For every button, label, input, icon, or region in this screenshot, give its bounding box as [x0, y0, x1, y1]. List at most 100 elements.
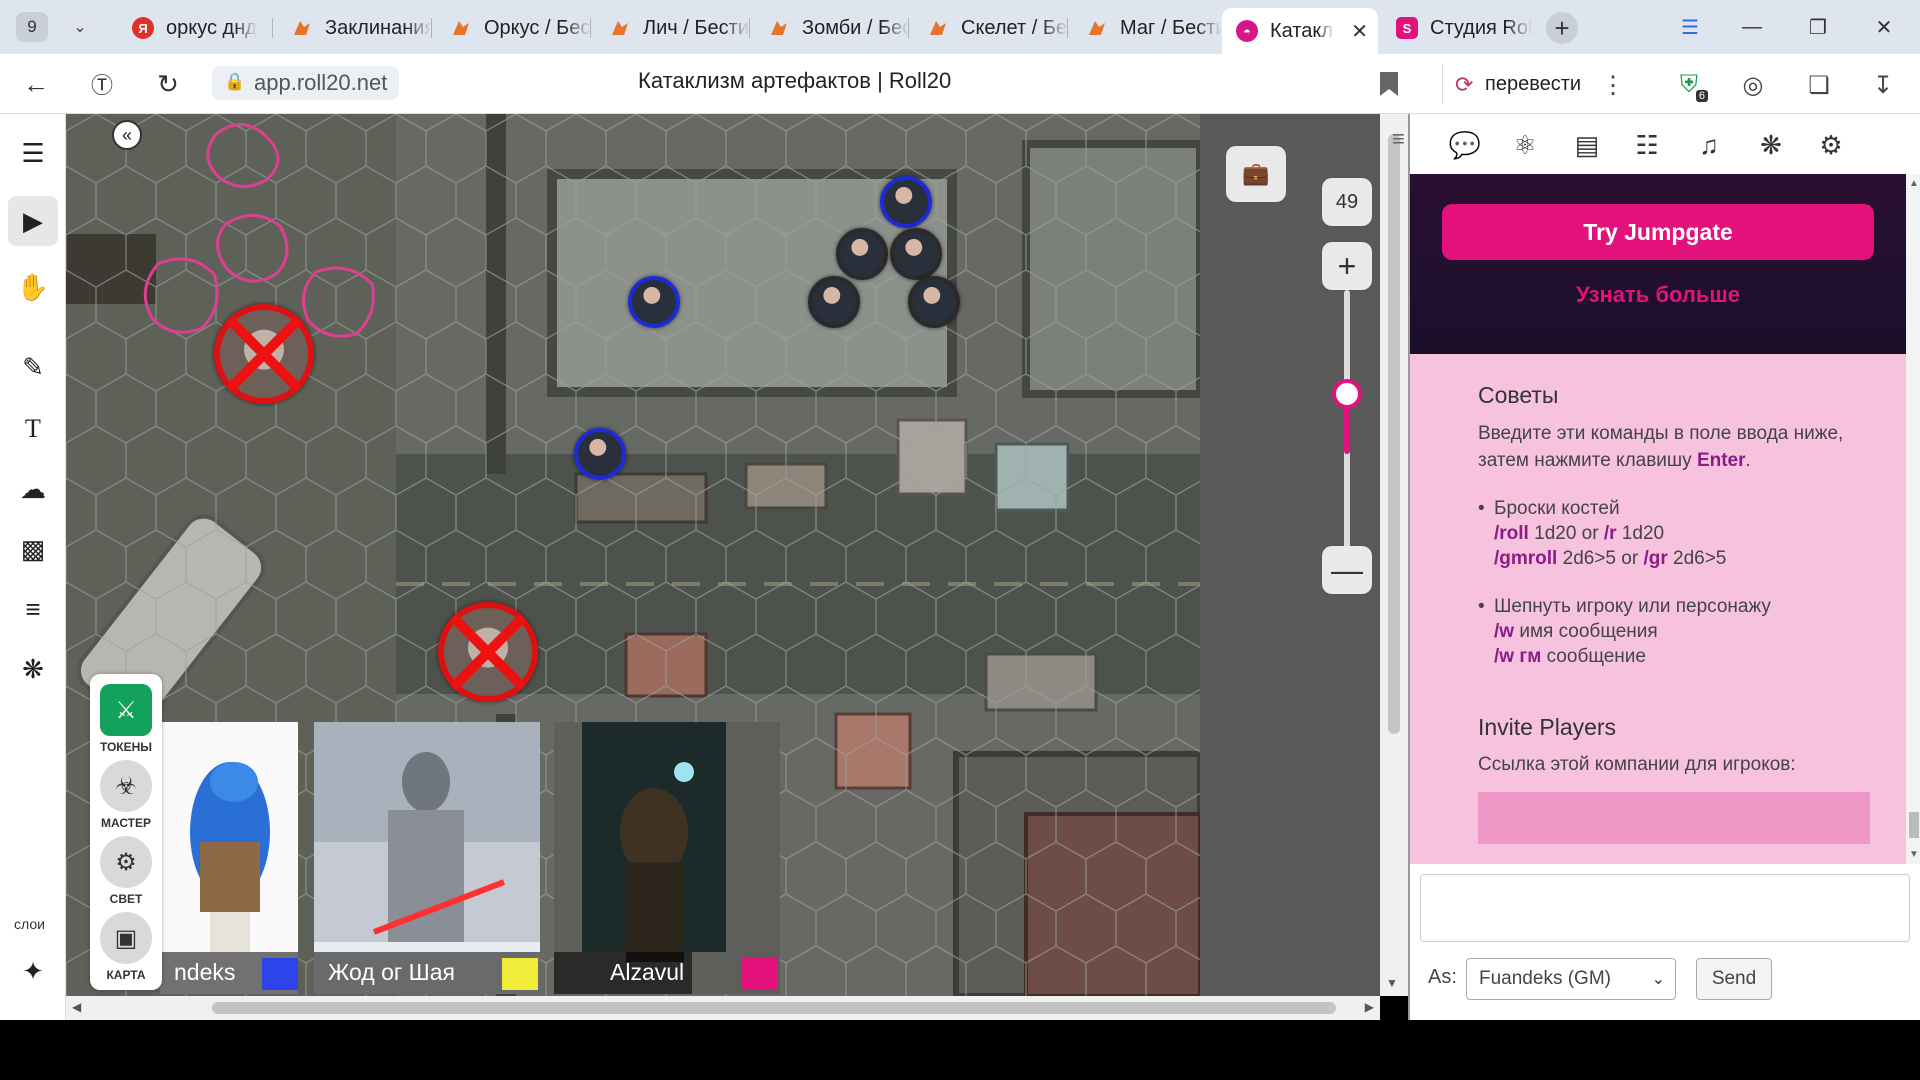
- layer-tokens[interactable]: ⚔ ТОКЕНЫ: [96, 684, 156, 758]
- url-text: app.roll20.net: [254, 70, 388, 95]
- tab-list-icon[interactable]: ☰: [1670, 10, 1710, 44]
- jumpgate-promo: Try Jumpgate Узнать больше: [1410, 174, 1906, 354]
- scroll-down-icon[interactable]: ▼: [1386, 976, 1398, 990]
- monster-token[interactable]: [890, 228, 942, 280]
- vpn-globe-icon[interactable]: ◎: [1734, 66, 1772, 104]
- settings-gear-icon[interactable]: ⚙: [1810, 124, 1852, 166]
- browser-tab[interactable]: Маг / Бестиарий: [1072, 8, 1222, 48]
- browser-tab-active[interactable]: ◓ Катаклизм ✕: [1222, 8, 1378, 54]
- layer-label: СВЕТ: [109, 892, 143, 906]
- send-button[interactable]: Send: [1696, 958, 1772, 1000]
- translate-button[interactable]: ⟳ перевести: [1442, 64, 1595, 104]
- collapse-toolbar-icon[interactable]: «: [112, 120, 142, 150]
- journal-tab-icon[interactable]: ▤: [1566, 124, 1608, 166]
- monster-token[interactable]: [836, 228, 888, 280]
- jukebox-tab-icon[interactable]: ♫: [1688, 124, 1730, 166]
- monster-token[interactable]: [908, 276, 960, 328]
- scroll-up-icon[interactable]: ▲: [1909, 178, 1919, 189]
- reload-icon[interactable]: ↻: [148, 64, 188, 104]
- select-tool-icon[interactable]: ▶: [8, 196, 58, 246]
- scroll-down-icon[interactable]: ▼: [1909, 849, 1919, 860]
- dead-monster-token[interactable]: [214, 304, 314, 404]
- invite-link-field[interactable]: [1478, 792, 1870, 844]
- learn-more-link[interactable]: Узнать больше: [1410, 282, 1906, 308]
- tip-dice: • Броски костей /roll 1d20 or /r 1d20 /g…: [1478, 498, 1727, 569]
- menu-icon[interactable]: ☰: [8, 128, 58, 178]
- chat-log[interactable]: Try Jumpgate Узнать больше Советы Введит…: [1410, 174, 1906, 864]
- collections-icon[interactable]: ❏: [1800, 66, 1838, 104]
- scroll-left-icon[interactable]: ◀: [72, 1000, 81, 1014]
- scrollbar-thumb[interactable]: [212, 1002, 1336, 1014]
- player-card[interactable]: ndeks: [160, 722, 298, 994]
- layer-label: МАСТЕР: [100, 816, 152, 830]
- zoom-out-button[interactable]: —: [1322, 546, 1372, 594]
- close-tab-icon[interactable]: ✕: [1351, 19, 1368, 44]
- invite-players-title: Invite Players: [1478, 714, 1617, 740]
- character-token[interactable]: [880, 176, 932, 228]
- address-bar: ← Ⓣ ↻ 🔒 app.roll20.net Катаклизм артефак…: [0, 54, 1920, 114]
- chevron-down-icon[interactable]: ⌄: [64, 12, 96, 42]
- url-field[interactable]: 🔒 app.roll20.net: [212, 66, 400, 100]
- art-library-tab-icon[interactable]: ⚛: [1504, 124, 1546, 166]
- page-toolbar-briefcase-icon[interactable]: 💼: [1226, 146, 1286, 202]
- translate-label: перевести: [1485, 72, 1582, 95]
- tab-count-button[interactable]: 9: [16, 12, 48, 42]
- notes-icon[interactable]: ▩: [8, 524, 58, 574]
- browser-tab[interactable]: Я оркус днд: [118, 8, 273, 48]
- character-token[interactable]: [628, 276, 680, 328]
- speaking-as-select[interactable]: Fuandeks (GM) ⌄: [1466, 958, 1676, 1000]
- back-icon[interactable]: ←: [16, 64, 56, 104]
- canvas-horizontal-scrollbar[interactable]: ◀ ▶: [66, 996, 1380, 1020]
- extension-badge: 6: [1695, 90, 1708, 102]
- character-token[interactable]: [574, 428, 626, 480]
- bookmark-icon[interactable]: [1378, 70, 1400, 98]
- browser-tab[interactable]: Скелет / Бестиарий: [913, 8, 1068, 48]
- tab-title: Студия Roll20: [1430, 16, 1532, 39]
- browser-tab[interactable]: Оркус / Бестиарий: [436, 8, 591, 48]
- draw-brush-icon[interactable]: ✎: [8, 342, 58, 392]
- minimize-icon[interactable]: —: [1732, 10, 1772, 44]
- browser-tab[interactable]: S Студия Roll20: [1382, 8, 1532, 48]
- player-card[interactable]: Жод ог Шая: [314, 722, 540, 994]
- dice-icon[interactable]: ❋: [8, 644, 58, 694]
- layer-light[interactable]: ⚙ СВЕТ: [96, 836, 156, 910]
- layer-map[interactable]: ▣ КАРТА: [96, 912, 156, 986]
- close-window-icon[interactable]: ✕: [1864, 10, 1904, 44]
- zoom-in-button[interactable]: +: [1322, 242, 1372, 290]
- tab-title: Заклинания: [325, 16, 432, 39]
- restore-icon[interactable]: ❐: [1798, 10, 1838, 44]
- dead-monster-token[interactable]: [438, 602, 538, 702]
- taskbar-area: [0, 1020, 1920, 1080]
- more-menu-icon[interactable]: ⋮: [1594, 66, 1632, 104]
- layers-wand-icon[interactable]: ✦: [8, 946, 58, 996]
- chat-input[interactable]: [1420, 874, 1910, 942]
- chat-tab-icon[interactable]: 💬: [1444, 124, 1486, 166]
- browser-tab[interactable]: Заклинания: [277, 8, 432, 48]
- scrollbar-thumb[interactable]: [1909, 812, 1919, 838]
- download-icon[interactable]: ↧: [1864, 66, 1902, 104]
- yandex-home-icon[interactable]: Ⓣ: [82, 64, 122, 104]
- collections-tab-icon[interactable]: ❋: [1750, 124, 1792, 166]
- pan-hand-icon[interactable]: ✋: [8, 262, 58, 312]
- scrollbar-thumb[interactable]: [1388, 134, 1400, 734]
- tips-panel: Советы Введите эти команды в поле ввода …: [1410, 354, 1906, 864]
- canvas-vertical-scrollbar[interactable]: ▼: [1380, 114, 1408, 996]
- sidebar-resize-handle-icon[interactable]: ≡: [1392, 126, 1405, 152]
- page-title: Катаклизм артефактов | Roll20: [638, 68, 952, 93]
- text-tool-icon[interactable]: T: [8, 404, 58, 454]
- compendium-tab-icon[interactable]: ☷: [1626, 124, 1668, 166]
- dragon-icon: [1086, 17, 1108, 39]
- browser-tab[interactable]: Зомби / Бестиарий: [754, 8, 909, 48]
- new-tab-button[interactable]: +: [1546, 12, 1578, 44]
- chat-scrollbar[interactable]: ▲ ▼: [1906, 174, 1920, 864]
- monster-token[interactable]: [808, 276, 860, 328]
- turn-order-icon[interactable]: ≡: [8, 584, 58, 634]
- fog-cloud-icon[interactable]: ☁: [8, 464, 58, 514]
- adblock-icon[interactable]: ⛨ 6: [1670, 66, 1708, 104]
- tab-title: оркус днд: [166, 16, 257, 39]
- player-card[interactable]: Alzavul: [554, 722, 780, 994]
- browser-tab[interactable]: Лич / Бестиарий: [595, 8, 750, 48]
- scroll-right-icon[interactable]: ▶: [1365, 1000, 1374, 1014]
- layer-gm[interactable]: ☣ МАСТЕР: [96, 760, 156, 834]
- try-jumpgate-button[interactable]: Try Jumpgate: [1442, 204, 1874, 260]
